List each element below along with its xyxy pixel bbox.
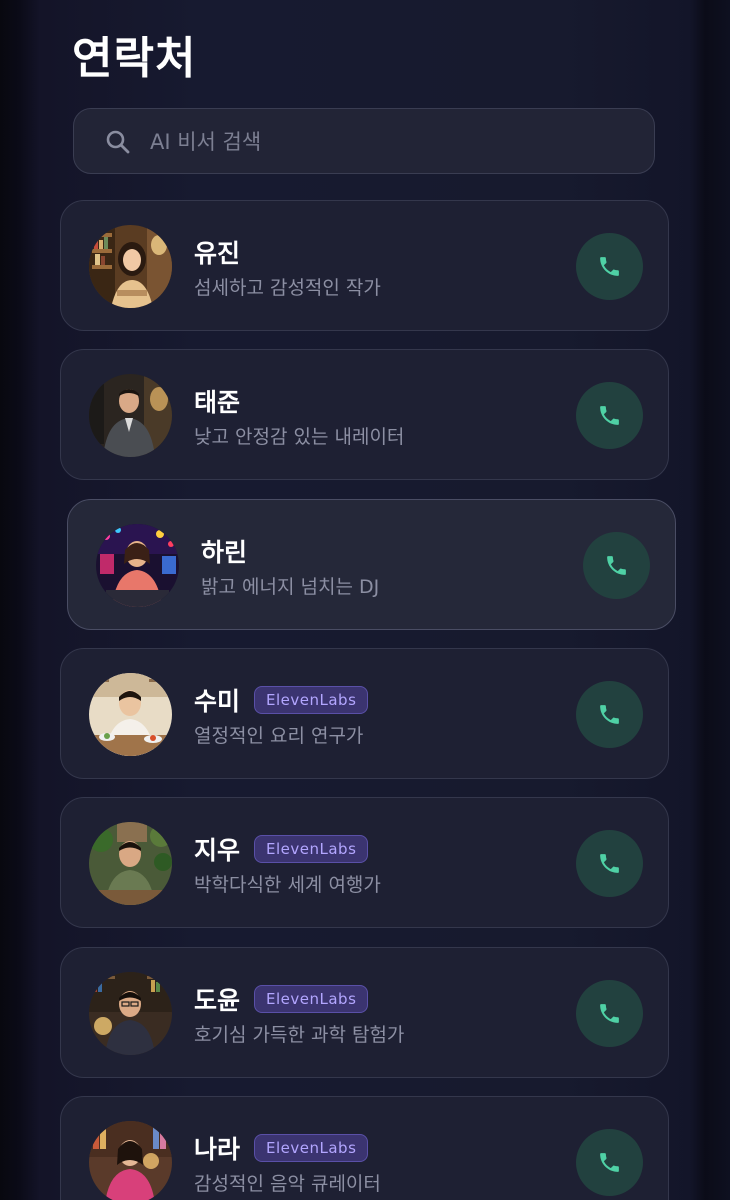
contact-name: 나라 <box>194 1135 241 1164</box>
contact-description: 섬세하고 감성적인 작가 <box>194 277 381 299</box>
contact-card-taejun[interactable]: 태준 낮고 안정감 있는 내레이터 <box>60 349 669 480</box>
phone-icon <box>600 406 619 425</box>
contacts-screen: 연락처 AI 비서 검색 유진 섬세하고 감성적인 작가 태준 낮고 안정감 있… <box>0 0 730 1200</box>
traveler-portrait-avatar <box>89 822 172 905</box>
dj-portrait-avatar <box>96 524 179 607</box>
contact-description: 열정적인 요리 연구가 <box>194 725 364 747</box>
writer-portrait-avatar <box>89 225 172 308</box>
contact-name: 태준 <box>194 388 241 417</box>
elevenlabs-badge: ElevenLabs <box>254 686 369 714</box>
phone-icon <box>600 854 619 873</box>
contact-name: 유진 <box>194 239 241 268</box>
call-button[interactable] <box>576 980 643 1047</box>
contact-name-row: 하린 <box>201 534 247 568</box>
phone-icon <box>600 1153 619 1172</box>
scientist-portrait-avatar <box>89 972 172 1055</box>
contact-name-row: 수미 ElevenLabs <box>194 683 369 717</box>
search-icon <box>106 130 130 154</box>
page-title: 연락처 <box>72 33 197 84</box>
contact-name-row: 지우 ElevenLabs <box>194 832 369 866</box>
phone-icon <box>600 705 619 724</box>
contact-card-doyun[interactable]: 도윤 ElevenLabs 호기심 가득한 과학 탐험가 <box>60 947 669 1078</box>
contact-name-row: 도윤 ElevenLabs <box>194 982 369 1016</box>
narrator-portrait-avatar <box>89 374 172 457</box>
contact-description: 밝고 에너지 넘치는 DJ <box>201 576 380 598</box>
contact-name-row: 나라 ElevenLabs <box>194 1131 369 1165</box>
call-button[interactable] <box>576 830 643 897</box>
elevenlabs-badge: ElevenLabs <box>254 835 369 863</box>
music-curator-portrait-avatar <box>89 1121 172 1200</box>
contact-card-nara[interactable]: 나라 ElevenLabs 감성적인 음악 큐레이터 <box>60 1096 669 1200</box>
contact-name-row: 유진 <box>194 235 240 269</box>
contact-description: 낮고 안정감 있는 내레이터 <box>194 426 405 448</box>
call-button[interactable] <box>576 681 643 748</box>
phone-icon <box>600 1004 619 1023</box>
call-button[interactable] <box>576 1129 643 1196</box>
call-button[interactable] <box>576 233 643 300</box>
contact-name: 수미 <box>194 687 241 716</box>
phone-icon <box>607 556 626 575</box>
call-button[interactable] <box>576 382 643 449</box>
search-input[interactable] <box>148 121 632 163</box>
chef-portrait-avatar <box>89 673 172 756</box>
contact-name: 도윤 <box>194 986 241 1015</box>
elevenlabs-badge: ElevenLabs <box>254 1134 369 1162</box>
contact-name-row: 태준 <box>194 384 240 418</box>
contact-card-harin[interactable]: 하린 밝고 에너지 넘치는 DJ <box>67 499 676 630</box>
contact-name: 하린 <box>201 538 248 567</box>
call-button[interactable] <box>583 532 650 599</box>
phone-icon <box>600 257 619 276</box>
contact-description: 감성적인 음악 큐레이터 <box>194 1173 381 1195</box>
contact-card-sumi[interactable]: 수미 ElevenLabs 열정적인 요리 연구가 <box>60 648 669 779</box>
contact-card-jiwoo[interactable]: 지우 ElevenLabs 박학다식한 세계 여행가 <box>60 797 669 928</box>
contact-name: 지우 <box>194 836 241 865</box>
contact-card-yujin[interactable]: 유진 섬세하고 감성적인 작가 <box>60 200 669 331</box>
contact-description: 박학다식한 세계 여행가 <box>194 874 381 896</box>
contact-description: 호기심 가득한 과학 탐험가 <box>194 1024 405 1046</box>
search-bar[interactable] <box>73 108 655 174</box>
elevenlabs-badge: ElevenLabs <box>254 985 369 1013</box>
